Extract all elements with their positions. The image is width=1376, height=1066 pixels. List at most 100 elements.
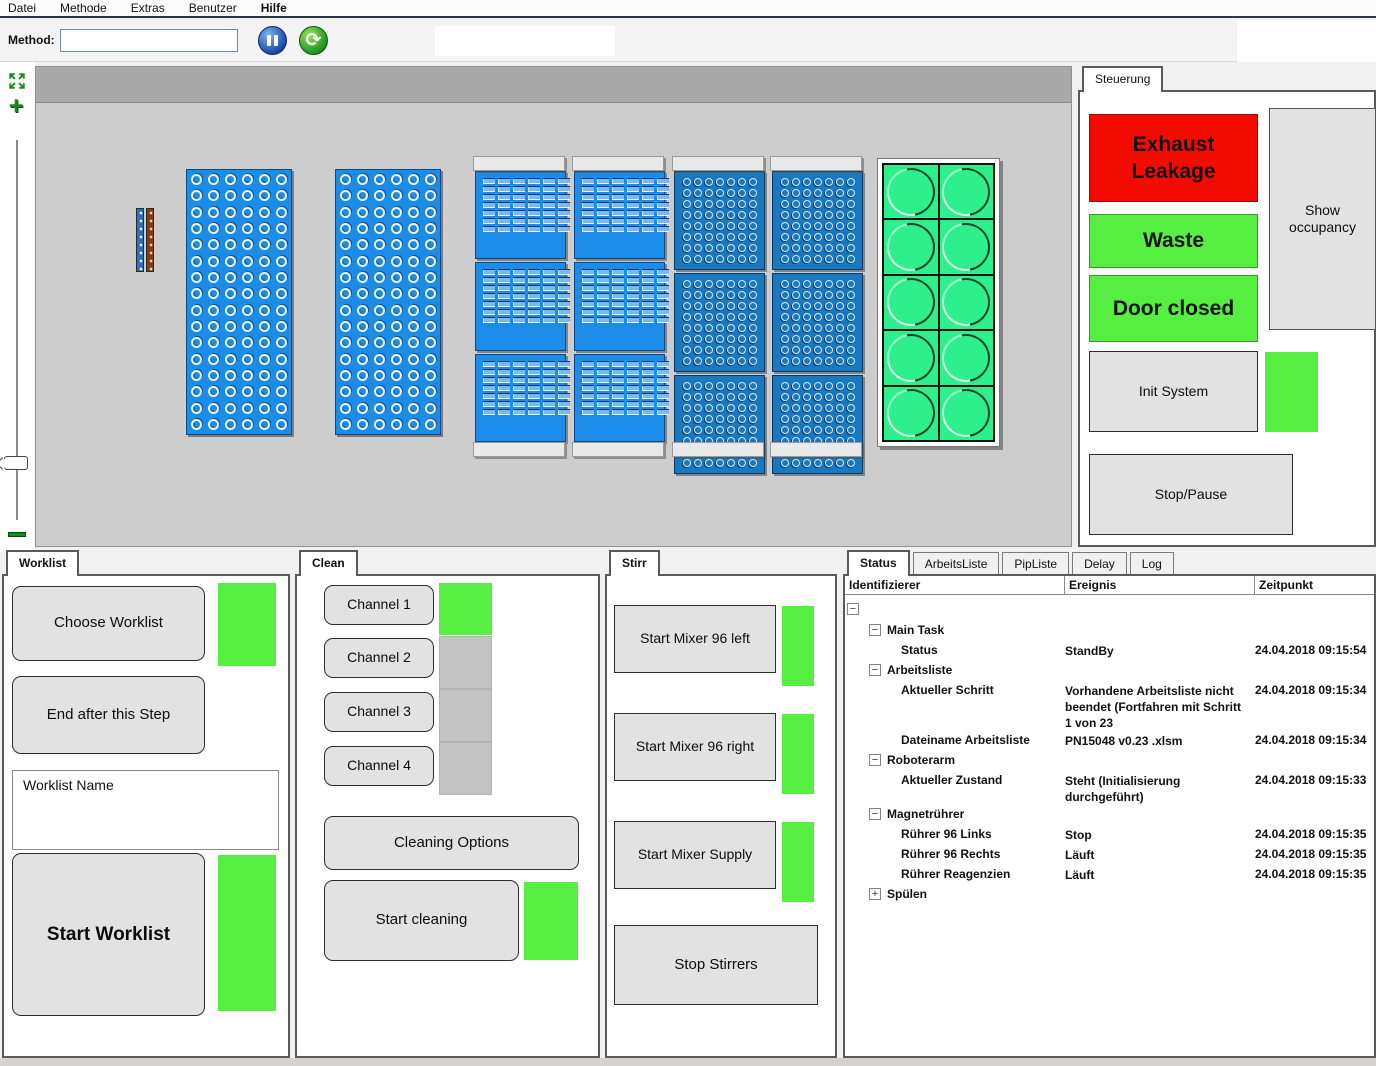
start-cleaning-button[interactable]: Start cleaning bbox=[324, 880, 519, 961]
tree-row: − bbox=[845, 601, 1374, 621]
tree-event bbox=[1065, 751, 1255, 753]
mixer-96-right-indicator bbox=[782, 714, 814, 794]
tree-event: Steht (Initialisierung durchgeführt) bbox=[1065, 771, 1255, 805]
tree-event bbox=[1065, 805, 1255, 807]
well-plate-left bbox=[186, 169, 292, 435]
status-table-header: Identifizierer Ereignis Zeitpunkt bbox=[845, 576, 1374, 595]
stop-pause-button[interactable]: Stop/Pause bbox=[1089, 454, 1293, 535]
tree-event: Vorhandene Arbeitsliste nicht beendet (F… bbox=[1065, 681, 1255, 731]
tree-timestamp: 24.04.2018 09:15:33 bbox=[1255, 771, 1374, 787]
mixer-96-left-indicator bbox=[782, 606, 814, 686]
start-mixer-supply-button[interactable]: Start Mixer Supply bbox=[614, 821, 776, 889]
tree-timestamp bbox=[1255, 751, 1374, 753]
vial-rack-carrier-2 bbox=[770, 156, 865, 457]
choose-worklist-button[interactable]: Choose Worklist bbox=[12, 586, 205, 661]
column-identifizierer[interactable]: Identifizierer bbox=[845, 576, 1065, 594]
sample-strip-blue bbox=[136, 208, 144, 272]
tree-label: Rührer 96 Rechts bbox=[901, 847, 1000, 861]
tree-timestamp bbox=[1255, 621, 1374, 623]
tree-label: Dateiname Arbeitsliste bbox=[901, 733, 1030, 747]
end-after-step-button[interactable]: End after this Step bbox=[12, 676, 205, 754]
worklist-name-box[interactable]: Worklist Name bbox=[12, 770, 279, 850]
channel-1-button[interactable]: Channel 1 bbox=[324, 585, 434, 625]
menu-benutzer[interactable]: Benutzer bbox=[189, 1, 237, 15]
tree-event: StandBy bbox=[1065, 641, 1255, 659]
channel-2-indicator bbox=[439, 636, 492, 689]
tree-label: Arbeitsliste bbox=[887, 663, 952, 677]
channel-3-button[interactable]: Channel 3 bbox=[324, 692, 434, 732]
tree-timestamp: 24.04.2018 09:15:35 bbox=[1255, 845, 1374, 861]
start-cleaning-indicator bbox=[524, 882, 578, 960]
zoom-slider-thumb[interactable] bbox=[4, 456, 28, 470]
mixer-supply-indicator bbox=[782, 822, 814, 902]
tab-pipliste[interactable]: PipListe bbox=[1002, 552, 1069, 574]
tab-arbeitsliste[interactable]: ArbeitsListe bbox=[913, 552, 1000, 574]
pause-button[interactable] bbox=[258, 26, 287, 55]
tree-event: Läuft bbox=[1065, 845, 1255, 863]
tree-label: Roboterarm bbox=[887, 753, 955, 767]
exhaust-leakage-indicator: Exhaust Leakage bbox=[1089, 114, 1258, 202]
menu-hilfe[interactable]: Hilfe bbox=[261, 1, 287, 15]
tree-row: StatusStandBy24.04.2018 09:15:54 bbox=[845, 641, 1374, 661]
zoom-in-icon[interactable]: + bbox=[5, 96, 27, 118]
show-occupancy-button[interactable]: Show occupancy bbox=[1269, 108, 1376, 330]
tree-collapse-icon[interactable]: − bbox=[847, 603, 859, 615]
menu-extras[interactable]: Extras bbox=[131, 1, 165, 15]
tree-collapse-icon[interactable]: − bbox=[869, 808, 881, 820]
start-mixer-96-left-button[interactable]: Start Mixer 96 left bbox=[614, 605, 776, 673]
tree-row: Dateiname Arbeitsliste PN15048 v0.23 .xls… bbox=[845, 731, 1374, 751]
toolbar-status-display bbox=[435, 26, 615, 56]
tree-timestamp bbox=[1255, 661, 1374, 663]
tree-label: Main Task bbox=[887, 623, 944, 637]
tree-row: −Roboterarm bbox=[845, 751, 1374, 771]
tab-steuerung[interactable]: Steuerung bbox=[1082, 66, 1163, 92]
tree-collapse-icon[interactable]: − bbox=[869, 624, 881, 636]
tab-log[interactable]: Log bbox=[1130, 552, 1174, 574]
column-zeitpunkt[interactable]: Zeitpunkt bbox=[1255, 576, 1374, 594]
init-system-button[interactable]: Init System bbox=[1089, 351, 1258, 432]
tree-row: Rührer 96 Rechts Läuft24.04.2018 09:15:35 bbox=[845, 845, 1374, 865]
column-ereignis[interactable]: Ereignis bbox=[1065, 576, 1255, 594]
tree-event: Stop bbox=[1065, 825, 1255, 843]
tab-delay[interactable]: Delay bbox=[1072, 552, 1127, 574]
tree-row: +Spülen bbox=[845, 885, 1374, 905]
start-worklist-button[interactable]: Start Worklist bbox=[12, 853, 205, 1016]
tree-timestamp bbox=[1255, 805, 1374, 807]
tree-row: −Magnetrührer bbox=[845, 805, 1374, 825]
refresh-icon: ⟳ bbox=[306, 31, 322, 50]
tree-timestamp: 24.04.2018 09:15:34 bbox=[1255, 731, 1374, 747]
tree-label: Aktueller Zustand bbox=[901, 773, 1002, 787]
tree-row: Rührer 96 LinksStop24.04.2018 09:15:35 bbox=[845, 825, 1374, 845]
tab-clean[interactable]: Clean bbox=[299, 550, 358, 576]
pause-icon bbox=[267, 35, 271, 46]
tree-label: Rührer Reagenzien bbox=[901, 867, 1010, 881]
tree-collapse-icon[interactable]: − bbox=[869, 664, 881, 676]
tree-collapse-icon[interactable]: − bbox=[869, 754, 881, 766]
menu-datei[interactable]: Datei bbox=[8, 1, 36, 15]
channel-2-button[interactable]: Channel 2 bbox=[324, 638, 434, 678]
choose-worklist-indicator bbox=[218, 583, 276, 666]
tree-timestamp: 24.04.2018 09:15:54 bbox=[1255, 641, 1374, 657]
tree-row: Rührer ReagenzienLäuft24.04.2018 09:15:3… bbox=[845, 865, 1374, 885]
start-mixer-96-right-button[interactable]: Start Mixer 96 right bbox=[614, 713, 776, 781]
cleaning-options-button[interactable]: Cleaning Options bbox=[324, 816, 579, 870]
tab-worklist[interactable]: Worklist bbox=[6, 550, 79, 576]
stop-stirrers-button[interactable]: Stop Stirrers bbox=[614, 925, 818, 1005]
sample-strip-pair bbox=[136, 208, 155, 272]
deck-view bbox=[35, 66, 1072, 547]
tree-expand-icon[interactable]: + bbox=[869, 888, 881, 900]
zoom-out-icon[interactable] bbox=[8, 532, 26, 537]
door-closed-indicator: Door closed bbox=[1089, 275, 1258, 342]
tip-rack-carrier-1 bbox=[473, 156, 568, 457]
sample-strip-brown bbox=[146, 208, 154, 272]
fit-view-icon[interactable] bbox=[8, 72, 26, 90]
method-input[interactable] bbox=[60, 29, 238, 52]
tree-event: PN15048 v0.23 .xlsm bbox=[1065, 731, 1255, 749]
channel-4-button[interactable]: Channel 4 bbox=[324, 746, 434, 786]
refresh-button[interactable]: ⟳ bbox=[299, 26, 328, 55]
menu-methode[interactable]: Methode bbox=[60, 1, 107, 15]
tab-stirr[interactable]: Stirr bbox=[609, 550, 660, 576]
steuerung-panel: Steuerung Exhaust Leakage Waste Door clo… bbox=[1078, 66, 1376, 547]
app-window: Datei Methode Extras Benutzer Hilfe Meth… bbox=[0, 0, 1376, 1066]
tab-status[interactable]: Status bbox=[847, 550, 910, 576]
